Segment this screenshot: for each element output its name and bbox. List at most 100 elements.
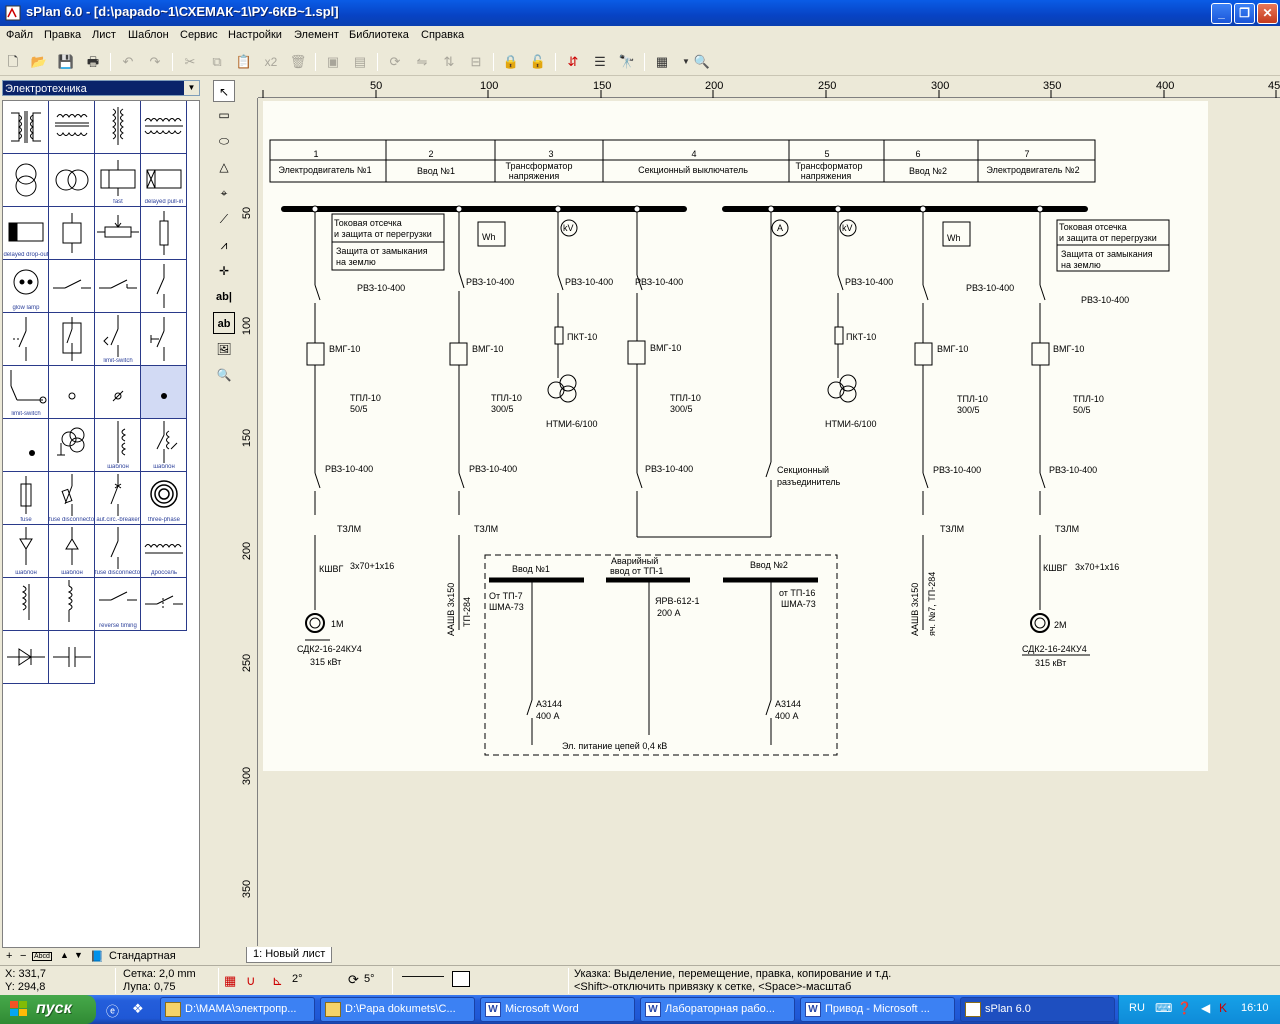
- library-symbol-junction-dot2[interactable]: [3, 419, 49, 472]
- undo-icon[interactable]: ↶: [118, 52, 138, 72]
- search-binoculars-icon[interactable]: 🔭: [617, 52, 637, 72]
- library-symbol-fuse-disconnector[interactable]: fuse disconnector: [49, 472, 95, 525]
- close-button[interactable]: ✕: [1257, 3, 1278, 24]
- task-folder-mama[interactable]: D:\MAMA\электропр...: [160, 997, 315, 1022]
- task-privod[interactable]: W Привод - Microsoft ...: [800, 997, 955, 1022]
- mirror-v-icon[interactable]: ⇅: [439, 52, 459, 72]
- library-symbol-current-transformer[interactable]: шаблон: [95, 419, 141, 472]
- rectangle-tool-icon[interactable]: ▭: [213, 104, 235, 126]
- maximize-button[interactable]: ❐: [1234, 3, 1255, 24]
- library-symbol-coupled-coils[interactable]: [141, 101, 187, 154]
- library-symbol-relay-delayed-drop-out[interactable]: delayed drop-out: [3, 207, 49, 260]
- library-symbol-switch-h3[interactable]: [141, 578, 187, 631]
- drawing-sheet[interactable]: 1 2 3 4 5 6 7 Электродвигатель №1 Ввод №…: [263, 101, 1208, 771]
- move-up-button[interactable]: ▲: [60, 950, 69, 960]
- new-file-icon[interactable]: 🗋: [3, 52, 23, 72]
- rotate-step-icon[interactable]: ⟳: [348, 972, 359, 988]
- task-lab-work[interactable]: W Лабораторная рабо...: [640, 997, 795, 1022]
- line-style-icon[interactable]: ———: [402, 967, 444, 983]
- menu-element[interactable]: Элемент: [294, 29, 339, 41]
- library-symbol-arrester[interactable]: шаблон: [3, 525, 49, 578]
- library-symbol-reverse-timing[interactable]: reverse timing: [95, 578, 141, 631]
- arrow-icon[interactable]: ◀: [1201, 1001, 1210, 1015]
- library-symbol-diode[interactable]: [3, 631, 49, 684]
- chevron-down-icon[interactable]: ▼: [184, 81, 199, 95]
- electrical-schematic[interactable]: 1 2 3 4 5 6 7 Электродвигатель №1 Ввод №…: [263, 101, 1208, 771]
- library-symbol-fuse[interactable]: fuse: [3, 472, 49, 525]
- menu-template[interactable]: Шаблон: [128, 29, 169, 41]
- library-symbol-inductor2[interactable]: [49, 578, 95, 631]
- library-symbol-resistor-variable[interactable]: [95, 207, 141, 260]
- remove-set-button[interactable]: −: [20, 950, 26, 962]
- text-tool-icon[interactable]: ab|: [213, 286, 235, 308]
- group-icon[interactable]: ▣: [323, 52, 343, 72]
- library-symbol-relay-fast[interactable]: fast: [95, 154, 141, 207]
- library-category-select[interactable]: Электротехника ▼: [2, 80, 200, 96]
- mirror-h-icon[interactable]: ⇋: [412, 52, 432, 72]
- polyline-tool-icon[interactable]: ⩘: [213, 234, 235, 256]
- grid-snap-icon[interactable]: ▦: [224, 973, 236, 989]
- unlock-icon[interactable]: 🔓: [528, 52, 548, 72]
- library-symbol-limit-switch2[interactable]: limit-switch: [3, 366, 49, 419]
- ie-quicklaunch-icon[interactable]: ⓔ: [106, 1001, 119, 1020]
- library-symbol-resistor[interactable]: [141, 207, 187, 260]
- library-symbol-switch-h[interactable]: [49, 260, 95, 313]
- library-symbol-breaker-template[interactable]: шаблон: [141, 419, 187, 472]
- library-symbol-junction-dot[interactable]: [141, 366, 187, 419]
- paste-icon[interactable]: 📋: [234, 52, 254, 72]
- parts-list-icon[interactable]: ☰: [590, 52, 610, 72]
- move-down-button[interactable]: ▼: [74, 950, 83, 960]
- library-symbol-fuse-disconnector2[interactable]: fuse disconnector: [95, 525, 141, 578]
- image-tool-icon[interactable]: 🖼: [213, 338, 235, 360]
- library-symbol-switch-v2[interactable]: [3, 313, 49, 366]
- copy-icon[interactable]: ⧉: [207, 52, 227, 72]
- tab-sheet-1[interactable]: 1: Новый лист: [246, 947, 333, 963]
- library-symbol-switch-h2[interactable]: [95, 260, 141, 313]
- library-symbol-limit-switch[interactable]: limit-switch: [95, 313, 141, 366]
- polygon-tool-icon[interactable]: △: [213, 156, 235, 178]
- align-icon[interactable]: ⊟: [466, 52, 486, 72]
- menu-file[interactable]: Файл: [6, 29, 33, 41]
- quicklaunch-icon[interactable]: ❖: [132, 1001, 144, 1017]
- library-symbol-capacitor[interactable]: [49, 631, 95, 684]
- library-symbol-voltage-transformer[interactable]: [49, 419, 95, 472]
- rotate-step-value[interactable]: 5°: [364, 973, 375, 985]
- angle-icon[interactable]: ⊾: [272, 973, 283, 989]
- clock[interactable]: 16:10: [1241, 1002, 1269, 1014]
- ungroup-icon[interactable]: ▤: [350, 52, 370, 72]
- library-symbol-terminal[interactable]: [49, 366, 95, 419]
- angle-snap-value[interactable]: 2°: [292, 973, 303, 985]
- menu-sheet[interactable]: Лист: [92, 29, 116, 41]
- minimize-button[interactable]: _: [1211, 3, 1232, 24]
- library-set-name[interactable]: Стандартная: [109, 950, 176, 962]
- numbering-icon[interactable]: ⇵: [563, 52, 583, 72]
- library-symbol-relay[interactable]: [49, 207, 95, 260]
- library-symbol-transformer-circles-h[interactable]: [49, 154, 95, 207]
- abcd-button[interactable]: Abcd: [32, 952, 52, 961]
- library-symbol-terminal-crossed[interactable]: [95, 366, 141, 419]
- line-tool-icon[interactable]: ⟋: [213, 208, 235, 230]
- ellipse-tool-icon[interactable]: ⬭: [213, 130, 235, 152]
- open-folder-icon[interactable]: 📂: [29, 52, 49, 72]
- add-set-button[interactable]: +: [6, 950, 12, 962]
- cut-icon[interactable]: ✂: [180, 52, 200, 72]
- magnet-icon[interactable]: ∪: [246, 973, 256, 989]
- menu-library[interactable]: Библиотека: [349, 29, 409, 41]
- start-button[interactable]: пуск: [0, 995, 96, 1024]
- library-symbol-switch-box[interactable]: [49, 313, 95, 366]
- menu-help[interactable]: Справка: [421, 29, 464, 41]
- textbox-tool-icon[interactable]: ab: [213, 312, 235, 334]
- library-symbol-choke[interactable]: дроссель: [141, 525, 187, 578]
- library-symbol-arrester2[interactable]: шаблон: [49, 525, 95, 578]
- task-splan[interactable]: sPlan 6.0: [960, 997, 1115, 1022]
- library-symbol-transformer[interactable]: [3, 101, 49, 154]
- save-icon[interactable]: 💾: [56, 52, 76, 72]
- library-symbol-inductor[interactable]: [3, 578, 49, 631]
- zoom-fit-icon[interactable]: 🔍: [692, 52, 712, 72]
- library-symbol-relay-delayed-pull-in[interactable]: delayed pull-in: [141, 154, 187, 207]
- grid-icon[interactable]: ▦: [652, 52, 672, 72]
- library-symbol-transformer2[interactable]: [49, 101, 95, 154]
- library-symbol-pushbutton[interactable]: [141, 313, 187, 366]
- fill-color-icon[interactable]: [452, 971, 470, 987]
- language-indicator[interactable]: RU: [1129, 1002, 1145, 1014]
